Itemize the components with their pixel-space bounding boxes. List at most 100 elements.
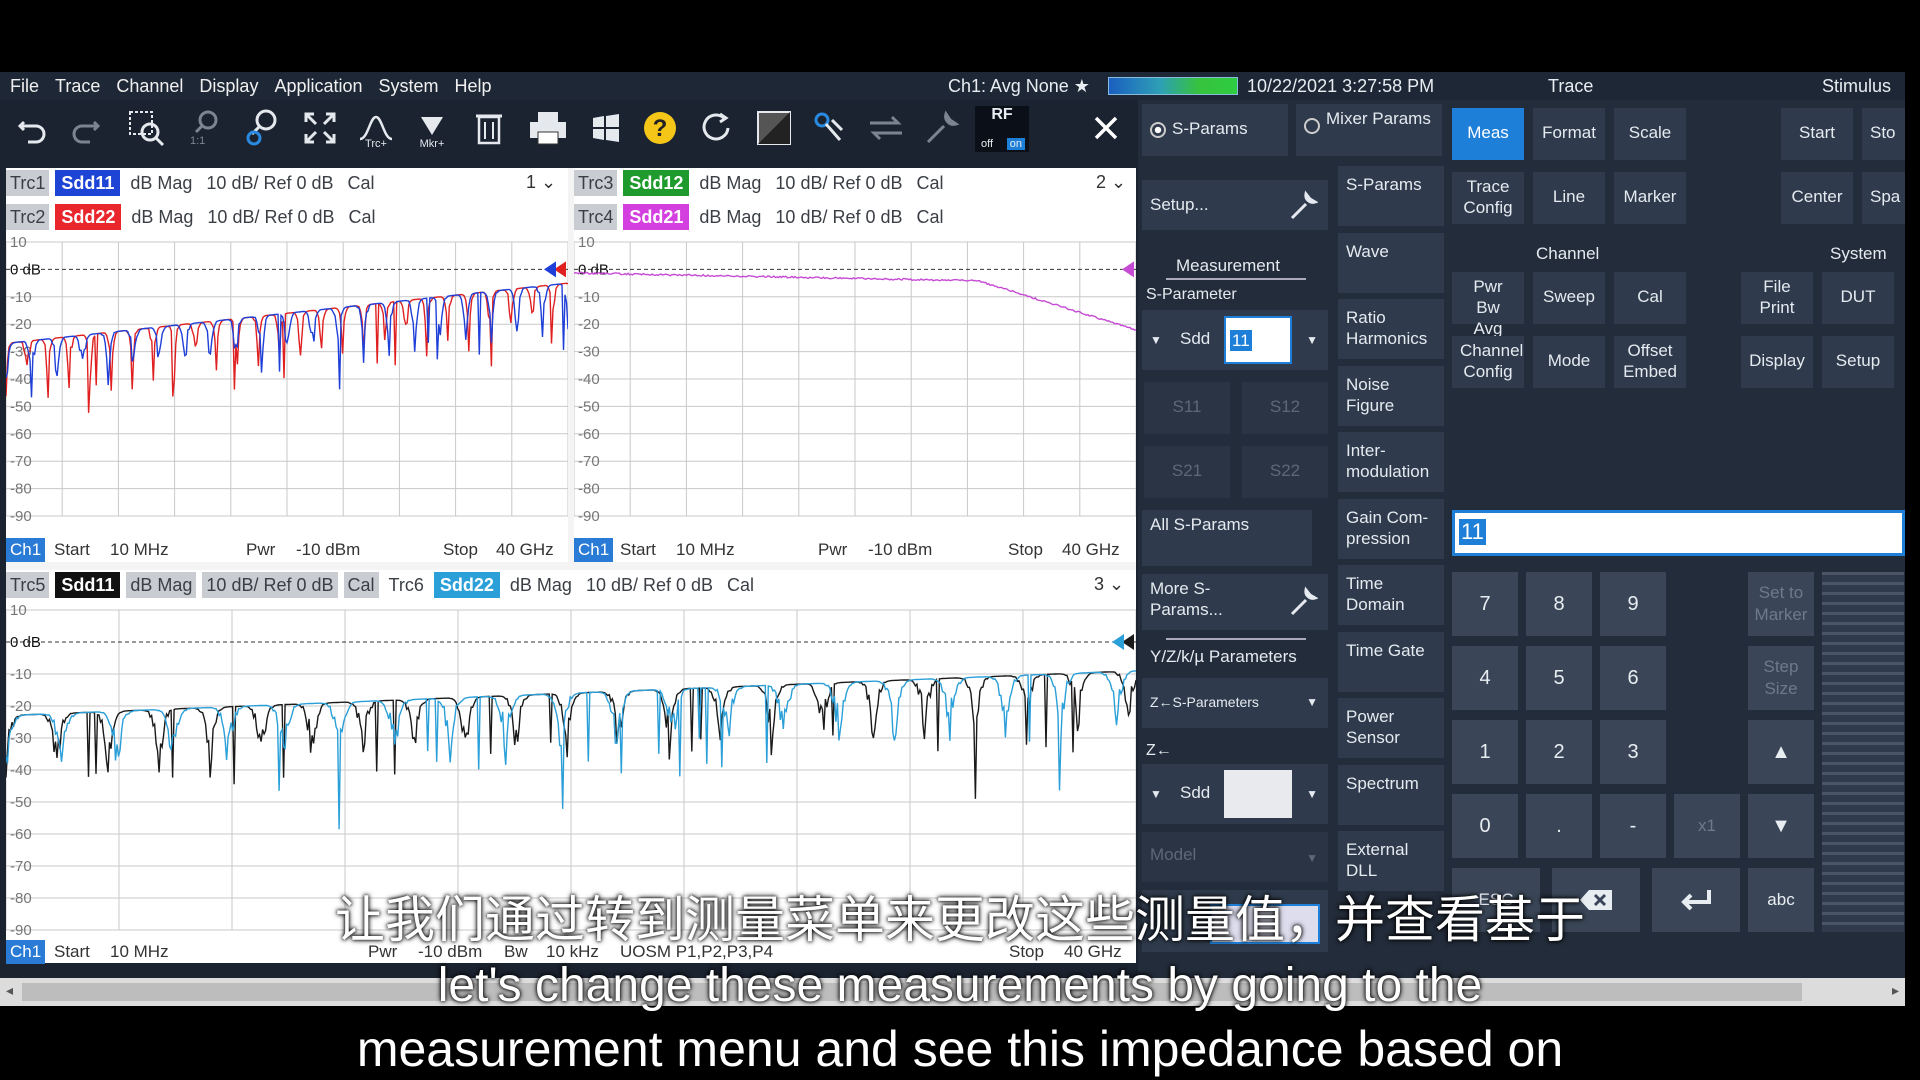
start-button[interactable]: Start [1781,108,1853,160]
add-marker-icon[interactable]: Mkr+ [408,104,456,152]
key-4[interactable]: 4 [1452,646,1518,710]
zoom-settings-icon[interactable] [236,104,284,152]
s11-button[interactable]: S11 [1144,382,1230,434]
z-s-parameters-select[interactable]: Z←S-Parameters ▼ [1142,678,1328,728]
key-x1[interactable]: x1 [1674,794,1740,858]
meas-type-time-gate[interactable]: Time Gate [1338,631,1444,692]
dut-button[interactable]: DUT [1822,272,1894,324]
channel-label[interactable]: Ch1 [6,538,46,562]
offset-embed-button[interactable]: Offset Embed [1614,336,1686,388]
diagram-number-select[interactable]: 1 ⌄ [526,172,556,193]
pwr-bw-avg-button[interactable]: Pwr Bw Avg [1452,272,1524,338]
sparams-radio[interactable]: S-Params [1142,104,1288,156]
all-sparams-button[interactable]: All S-Params [1142,510,1312,566]
center-button[interactable]: Center [1781,172,1853,224]
z-sdd-input[interactable] [1224,770,1292,818]
caret-down-icon[interactable]: ▼ [1306,784,1318,805]
fullscreen-icon[interactable] [296,104,344,152]
touch-icon[interactable] [806,104,854,152]
key-minus[interactable]: - [1600,794,1666,858]
step-down-button[interactable]: ▼ [1748,794,1814,858]
more-sparams-button[interactable]: More S-Params... [1142,574,1328,630]
windows-icon[interactable] [582,104,630,152]
diagram-1-plot[interactable]: 100 dB-10-20-30-40-50-60-70-80-90 [6,236,568,526]
meas-type-inter-modulation[interactable]: Inter-modulation [1338,432,1444,492]
step-size-button[interactable]: Step Size [1748,646,1814,710]
trace-row-trc1[interactable]: Trc1 Sdd11 dB Mag 10 dB/ Ref 0 dB Cal [6,170,385,196]
numeric-input-field[interactable]: 11 [1452,510,1905,556]
format-button[interactable]: Format [1533,108,1605,160]
menu-application[interactable]: Application [266,76,370,97]
model-select[interactable]: Model ▼ [1142,832,1328,882]
key-1[interactable]: 1 [1452,720,1518,784]
menu-trace[interactable]: Trace [47,76,108,97]
meas-type-power-sensor[interactable]: Power Sensor [1338,698,1444,758]
delete-icon[interactable] [465,104,513,152]
display-icon[interactable] [750,104,798,152]
line-button[interactable]: Line [1533,172,1605,224]
display-button[interactable]: Display [1741,336,1813,388]
setup-sys-button[interactable]: Setup [1822,336,1894,388]
meas-type-ratio-harmonics[interactable]: Ratio Harmonics [1338,299,1444,359]
meas-type-noise-figure[interactable]: Noise Figure [1338,365,1444,426]
cal-button[interactable]: Cal [1614,272,1686,324]
meas-type-time-domain[interactable]: Time Domain [1338,565,1444,625]
close-icon[interactable] [1082,104,1130,152]
meas-type-spectrum[interactable]: Spectrum [1338,764,1444,825]
refresh-icon[interactable] [692,104,740,152]
step-up-button[interactable]: ▲ [1748,720,1814,784]
trace-config-button[interactable]: Trace Config [1452,172,1524,224]
rf-toggle[interactable]: RF off on [975,106,1029,152]
key-8[interactable]: 8 [1526,572,1592,636]
meas-type-wave[interactable]: Wave [1338,232,1444,293]
key-decimal[interactable]: . [1526,794,1592,858]
reference-marker-icon[interactable] [1122,261,1134,278]
menu-system[interactable]: System [371,76,447,97]
stop-button[interactable]: Sto [1862,108,1905,160]
help-icon[interactable]: ? [636,104,684,152]
scale-button[interactable]: Scale [1614,108,1686,160]
rotary-knob[interactable] [1822,572,1904,932]
tools-icon[interactable] [918,104,966,152]
sweep-button[interactable]: Sweep [1533,272,1605,324]
s-parameter-input[interactable]: 11 [1224,316,1292,364]
reference-marker-icon[interactable] [544,261,556,278]
diagram-2[interactable]: Trc3 Sdd12 dB Mag 10 dB/ Ref 0 dB Cal Tr… [574,168,1136,562]
zoom-rect-icon[interactable] [122,104,170,152]
add-trace-icon[interactable]: Trc+ [352,104,400,152]
key-5[interactable]: 5 [1526,646,1592,710]
menu-file[interactable]: File [2,76,47,97]
meas-type-s-params[interactable]: S-Params [1338,166,1444,226]
reference-marker-icon[interactable] [1112,634,1124,650]
key-7[interactable]: 7 [1452,572,1518,636]
diagram-number-select[interactable]: 3 ⌄ [1094,574,1124,595]
menu-display[interactable]: Display [191,76,266,97]
key-0[interactable]: 0 [1452,794,1518,858]
key-6[interactable]: 6 [1600,646,1666,710]
z-sdd-select[interactable]: ▼ Sdd ▼ [1142,764,1328,824]
print-icon[interactable] [524,104,572,152]
trace-row-trc4[interactable]: Trc4 Sdd21 dB Mag 10 dB/ Ref 0 dB Cal [574,204,954,230]
marker-button[interactable]: Marker [1614,172,1686,224]
key-2[interactable]: 2 [1526,720,1592,784]
meas-button[interactable]: Meas [1452,108,1524,160]
channel-config-button[interactable]: Channel Config [1452,336,1524,388]
trace-row-trc3[interactable]: Trc3 Sdd12 dB Mag 10 dB/ Ref 0 dB Cal [574,170,954,196]
caret-down-icon[interactable]: ▼ [1306,330,1318,351]
meas-type-gain-com-pression[interactable]: Gain Com-pression [1338,498,1444,559]
mode-button[interactable]: Mode [1533,336,1605,388]
s-parameter-select[interactable]: ▼ Sdd 11 ▼ [1142,310,1328,370]
diagram-1[interactable]: Trc1 Sdd11 dB Mag 10 dB/ Ref 0 dB Cal Tr… [6,168,568,562]
mixer-params-radio[interactable]: Mixer Params [1296,104,1442,156]
s22-button[interactable]: S22 [1242,446,1328,498]
setup-button[interactable]: Setup... [1142,180,1328,230]
redo-icon[interactable] [62,104,110,152]
menu-channel[interactable]: Channel [108,76,191,97]
menu-help[interactable]: Help [447,76,500,97]
file-print-button[interactable]: File Print [1741,272,1813,324]
undo-icon[interactable] [8,104,56,152]
s21-button[interactable]: S21 [1144,446,1230,498]
trace-row-trc2[interactable]: Trc2 Sdd22 dB Mag 10 dB/ Ref 0 dB Cal [6,204,386,230]
s12-button[interactable]: S12 [1242,382,1328,434]
channel-label[interactable]: Ch1 [574,538,614,562]
